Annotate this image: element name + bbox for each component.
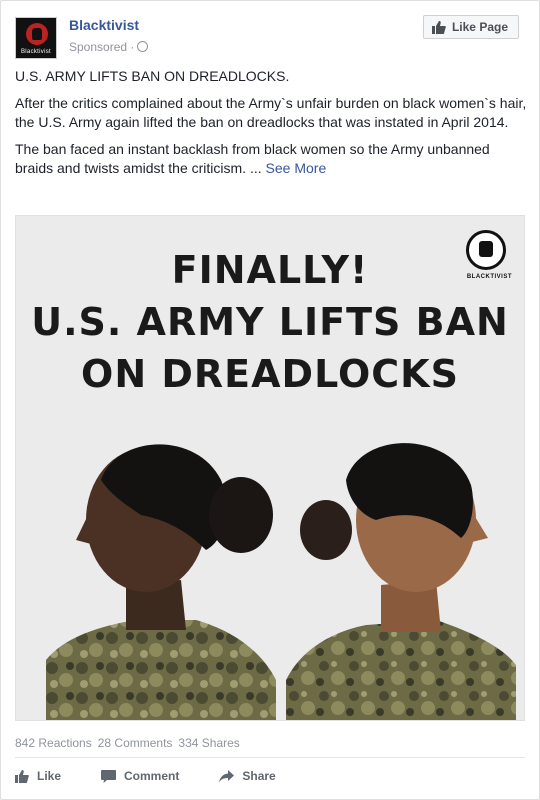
post-image[interactable]: BLACKTIVIST FINALLY! U.S. ARMY LIFTS BAN… (15, 215, 525, 721)
post-header: Blacktivist Blacktivist Sponsored · Like… (15, 15, 525, 59)
share-button[interactable]: Share (219, 765, 276, 787)
reactions-count[interactable]: 842 Reactions (15, 736, 92, 750)
headline-line-3: ON DREADLOCKS (81, 352, 459, 396)
post-title: U.S. ARMY LIFTS BAN ON DREADLOCKS. (15, 68, 290, 84)
comments-count[interactable]: 28 Comments (98, 736, 173, 750)
share-label: Share (242, 769, 276, 783)
soldier-profile-left-photo (46, 444, 276, 720)
headline-line-2: U.S. ARMY LIFTS BAN (31, 300, 509, 344)
share-arrow-icon (219, 769, 235, 782)
image-headline: FINALLY! U.S. ARMY LIFTS BAN ON DREADLOC… (16, 244, 524, 400)
fist-logo-icon (26, 23, 48, 45)
post-paragraph-2: The ban faced an instant backlash from b… (15, 140, 527, 178)
post-paragraph-1: After the critics complained about the A… (15, 95, 527, 130)
sponsored-text: Sponsored · (69, 40, 135, 54)
like-page-label: Like Page (451, 20, 508, 34)
like-label: Like (37, 769, 62, 783)
soldier-profile-right-photo (286, 443, 516, 720)
like-button[interactable]: Like (15, 765, 61, 787)
sponsored-label: Sponsored · (69, 40, 149, 54)
page-avatar[interactable]: Blacktivist (15, 17, 57, 59)
shares-count[interactable]: 334 Shares (178, 736, 239, 750)
headline-line-1: FINALLY! (171, 248, 369, 292)
page-name-link[interactable]: Blacktivist (69, 17, 139, 33)
thumbs-up-icon (431, 20, 446, 34)
sponsored-post-card: Blacktivist Blacktivist Sponsored · Like… (0, 0, 540, 800)
comment-button[interactable]: Comment (101, 765, 179, 787)
see-more-link[interactable]: See More (266, 160, 327, 176)
engagement-stats: 842 Reactions 28 Comments 334 Shares (15, 736, 240, 750)
post-paragraph-2-text: The ban faced an instant backlash from b… (15, 141, 490, 176)
globe-icon (137, 41, 149, 52)
comment-label: Comment (124, 769, 180, 783)
post-text: U.S. ARMY LIFTS BAN ON DREADLOCKS. After… (15, 67, 527, 186)
action-bar: Like Comment Share (15, 765, 276, 787)
divider (15, 757, 525, 758)
thumbs-up-icon (15, 769, 29, 783)
avatar-logo-text: Blacktivist (21, 49, 51, 55)
comment-bubble-icon (101, 769, 117, 783)
like-page-button[interactable]: Like Page (422, 15, 519, 39)
